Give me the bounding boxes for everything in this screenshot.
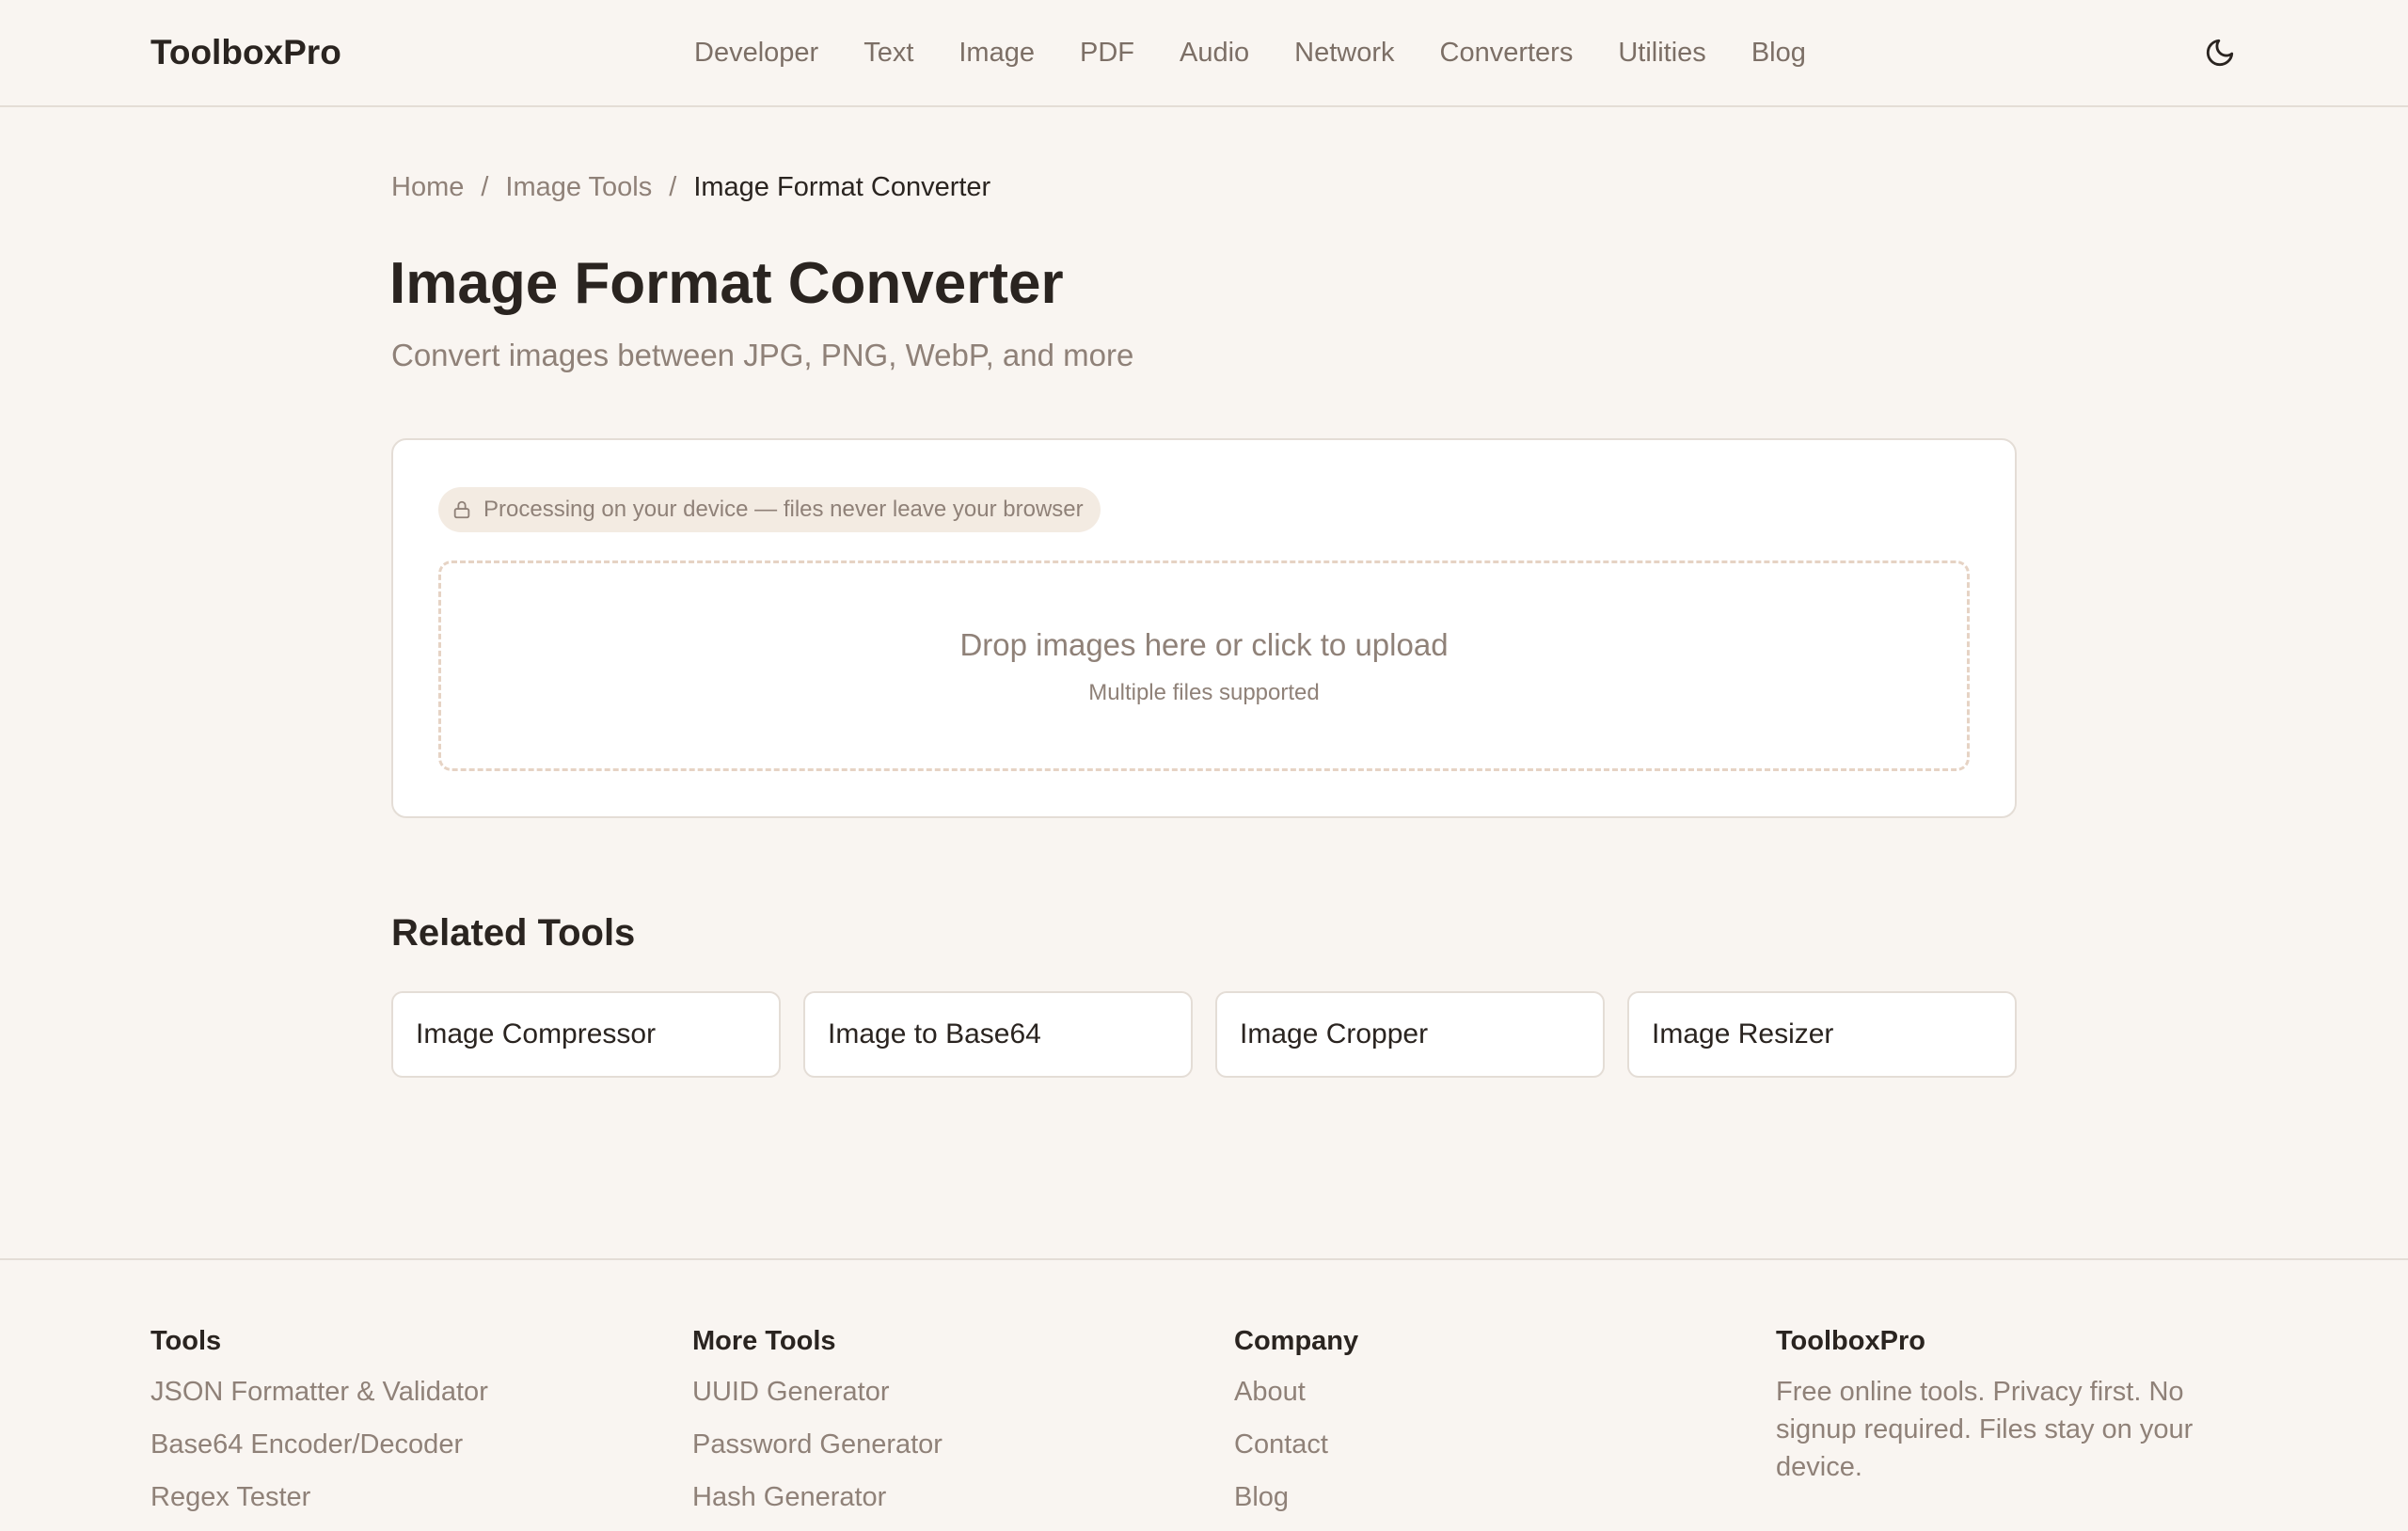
site-logo[interactable]: ToolboxPro [150,30,341,75]
footer-link-contact[interactable]: Contact [1234,1426,1723,1463]
moon-icon [2206,39,2234,67]
privacy-badge: Processing on your device — files never … [438,487,1101,532]
footer-brand-text: Free online tools. Privacy first. No sig… [1776,1377,2194,1482]
privacy-badge-text: Processing on your device — files never … [483,497,1084,522]
main-nav: Developer Text Image PDF Audio Network C… [694,30,1806,75]
dropzone-title: Drop images here or click to upload [959,627,1449,662]
footer-heading-more-tools: More Tools [692,1326,836,1356]
breadcrumb-home[interactable]: Home [391,169,464,205]
breadcrumb: Home / Image Tools / Image Format Conver… [391,169,990,205]
footer-heading-tools: Tools [150,1326,222,1356]
nav-item-utilities[interactable]: Utilities [1618,30,1705,75]
footer-link-hash-generator[interactable]: Hash Generator [692,1478,1181,1516]
footer-company-column: Company About Contact Blog [1234,1322,1723,1531]
nav-item-text[interactable]: Text [863,30,913,75]
page-subtitle: Convert images between JPG, PNG, WebP, a… [391,338,1134,372]
breadcrumb-separator: / [481,172,489,202]
related-tool-image-to-base64[interactable]: Image to Base64 [803,991,1193,1078]
nav-item-pdf[interactable]: PDF [1080,30,1134,75]
footer-heading-company: Company [1234,1326,1359,1356]
nav-item-audio[interactable]: Audio [1180,30,1249,75]
nav-item-blog[interactable]: Blog [1751,30,1806,75]
nav-item-developer[interactable]: Developer [694,30,818,75]
nav-item-network[interactable]: Network [1294,30,1394,75]
breadcrumb-image-tools[interactable]: Image Tools [505,169,652,205]
footer-heading-brand: ToolboxPro [1776,1326,1925,1356]
footer-tools-column: Tools JSON Formatter & Validator Base64 … [150,1322,640,1531]
related-tool-image-cropper[interactable]: Image Cropper [1215,991,1605,1078]
footer-link-password-generator[interactable]: Password Generator [692,1426,1181,1463]
breadcrumb-current: Image Format Converter [693,172,991,202]
footer-brand-column: ToolboxPro Free online tools. Privacy fi… [1776,1322,2265,1486]
dropzone-subtitle: Multiple files supported [1088,680,1320,705]
related-tool-image-resizer[interactable]: Image Resizer [1627,991,2017,1078]
nav-item-converters[interactable]: Converters [1440,30,1574,75]
site-header: ToolboxPro Developer Text Image PDF Audi… [0,0,2408,107]
footer-link-regex-tester[interactable]: Regex Tester [150,1478,640,1516]
converter-card: Processing on your device — files never … [391,438,2017,818]
footer-more-tools-column: More Tools UUID Generator Password Gener… [692,1322,1181,1531]
site-footer: Tools JSON Formatter & Validator Base64 … [0,1258,2408,1512]
page-title: Image Format Converter [389,251,1064,316]
related-tools-list: Image Compressor Image to Base64 Image C… [391,991,2017,1078]
footer-link-uuid-generator[interactable]: UUID Generator [692,1373,1181,1411]
image-dropzone[interactable]: Drop images here or click to upload Mult… [438,560,1970,771]
breadcrumb-separator: / [669,172,677,202]
related-tool-image-compressor[interactable]: Image Compressor [391,991,781,1078]
lock-icon [453,500,470,519]
footer-link-base64[interactable]: Base64 Encoder/Decoder [150,1426,640,1463]
nav-item-image[interactable]: Image [958,30,1035,75]
footer-link-blog[interactable]: Blog [1234,1478,1723,1516]
footer-link-about[interactable]: About [1234,1373,1723,1411]
theme-toggle-button[interactable] [2201,34,2239,71]
footer-link-json-formatter[interactable]: JSON Formatter & Validator [150,1373,640,1411]
related-tools-heading: Related Tools [391,912,636,954]
